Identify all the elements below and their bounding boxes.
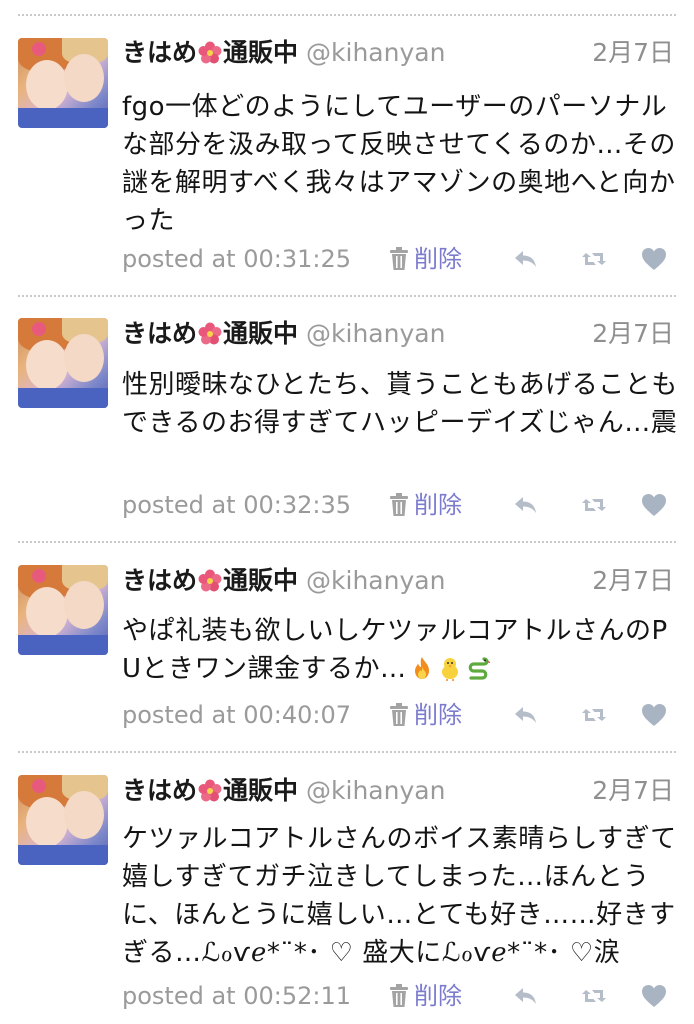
tweet-text: fgo一体どのようにしてユーザーのパーソナルな部分を汲み取って反映させてくるのか…	[122, 92, 676, 236]
reply-icon[interactable]	[512, 245, 540, 273]
delete-button[interactable]: 削除	[388, 979, 462, 1013]
tweet-header: きはめ 通販中 @kihanyan 2月7日	[122, 774, 674, 808]
trash-icon	[390, 493, 408, 516]
user-handle[interactable]: @kihanyan	[306, 566, 445, 595]
fire-icon	[414, 657, 429, 679]
retweet-icon[interactable]	[580, 245, 608, 273]
retweet-icon[interactable]	[580, 491, 608, 519]
reply-icon[interactable]	[512, 982, 540, 1010]
user-name[interactable]: きはめ 通販中	[122, 566, 298, 595]
trash-icon	[390, 247, 408, 270]
separator	[18, 541, 676, 543]
separator	[18, 751, 676, 753]
avatar[interactable]	[18, 565, 108, 655]
separator	[18, 14, 676, 16]
tweet-header: きはめ 通販中 @kihanyan 2月7日	[122, 36, 674, 70]
avatar[interactable]	[18, 775, 108, 865]
tweet-text-body: やぱ礼装も欲しいしケツァルコアトルさんのPUときワン課金するか…	[122, 616, 668, 684]
avatar[interactable]	[18, 38, 108, 128]
delete-button[interactable]: 削除	[388, 698, 462, 732]
tweet-footer: posted at 00:32:35 削除	[122, 488, 674, 522]
heart-icon[interactable]	[640, 491, 668, 519]
posted-time: posted at 00:31:25	[122, 245, 351, 273]
tweet-text: ケツァルコアトルさんのボイス素晴らしすぎて嬉しすぎてガチ泣きしてしまった…ほんと…	[122, 824, 677, 968]
tweet-date[interactable]: 2月7日	[592, 36, 674, 70]
retweet-icon[interactable]	[580, 701, 608, 729]
tweet-footer: posted at 00:40:07 削除	[122, 698, 674, 732]
avatar[interactable]	[18, 318, 108, 408]
hibiscus-icon	[198, 569, 222, 592]
heart-icon[interactable]	[640, 701, 668, 729]
trash-icon	[390, 703, 408, 726]
reply-icon[interactable]	[512, 701, 540, 729]
hibiscus-icon	[198, 779, 222, 802]
posted-time: posted at 00:40:07	[122, 701, 351, 729]
user-handle[interactable]: @kihanyan	[306, 319, 445, 348]
posted-time: posted at 00:32:35	[122, 491, 351, 519]
hibiscus-icon	[198, 322, 222, 345]
retweet-icon[interactable]	[580, 982, 608, 1010]
tweet-date[interactable]: 2月7日	[592, 317, 674, 351]
trash-icon	[390, 984, 408, 1007]
chick-icon	[441, 658, 458, 681]
hibiscus-icon	[198, 41, 222, 64]
tweet-footer: posted at 00:52:11 削除	[122, 979, 674, 1013]
delete-button[interactable]: 削除	[388, 488, 462, 522]
snake-icon	[468, 657, 490, 680]
heart-icon[interactable]	[640, 982, 668, 1010]
reply-icon[interactable]	[512, 491, 540, 519]
user-name[interactable]: きはめ 通販中	[122, 38, 298, 67]
user-name[interactable]: きはめ 通販中	[122, 776, 298, 805]
tweet-date[interactable]: 2月7日	[592, 564, 674, 598]
heart-icon[interactable]	[640, 245, 668, 273]
user-handle[interactable]: @kihanyan	[306, 38, 445, 67]
tweet-header: きはめ 通販中 @kihanyan 2月7日	[122, 317, 674, 351]
separator	[18, 295, 676, 297]
tweet-text: やぱ礼装も欲しいしケツァルコアトルさんのPUときワン課金するか…	[122, 612, 682, 688]
user-handle[interactable]: @kihanyan	[306, 776, 445, 805]
posted-time: posted at 00:52:11	[122, 982, 351, 1010]
tweet-footer: posted at 00:31:25 削除	[122, 242, 674, 276]
tweet-text: 性別曖昧なひとたち、貰うこともあげることもできるのお得すぎてハッピーデイズじゃん…	[122, 370, 678, 438]
tweet-date[interactable]: 2月7日	[592, 774, 674, 808]
delete-button[interactable]: 削除	[388, 242, 462, 276]
user-name[interactable]: きはめ 通販中	[122, 319, 298, 348]
tweet-header: きはめ 通販中 @kihanyan 2月7日	[122, 564, 674, 598]
